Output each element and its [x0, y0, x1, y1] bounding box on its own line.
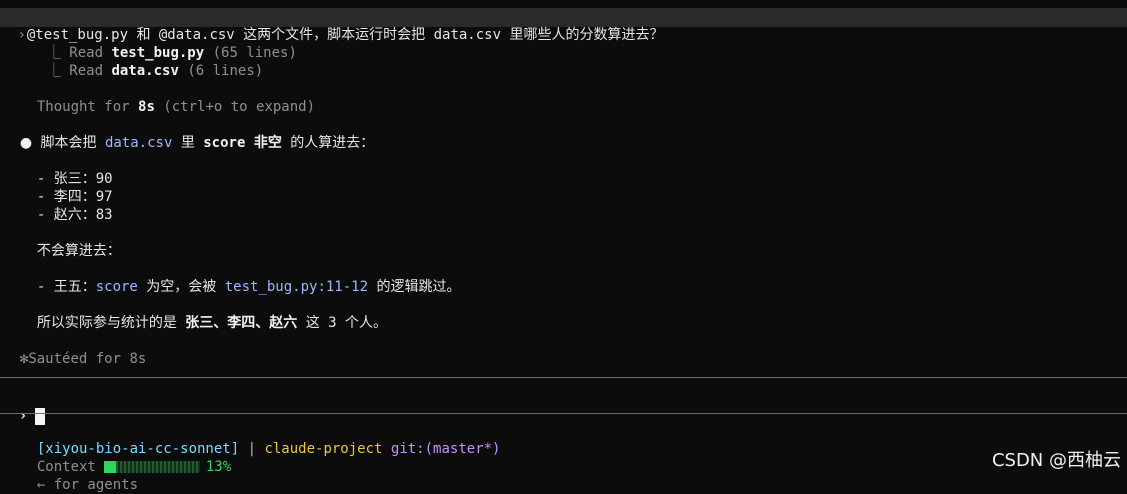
excluded-heading-text: 不会算进去： — [36, 243, 121, 259]
answer-intro-c: 里 — [172, 135, 204, 151]
thought-prefix: Thought for — [36, 99, 139, 115]
read-line-2: ⎿ Read data.csv (6 lines) — [30, 44, 263, 79]
read-meta-2: (6 lines) — [178, 63, 264, 79]
status-text: Sautéed for 8s — [28, 351, 147, 367]
excluded-e: 的逻辑跳过。 — [368, 279, 461, 295]
answer-bullet-icon: ● — [19, 135, 33, 151]
footer-separator: | — [239, 441, 265, 457]
included-score-3: 83 — [95, 207, 113, 223]
tree-branch-icon: ⎿ — [46, 63, 70, 79]
footer-session-line: [xiyou-bio-ai-cc-sonnet] | claude-projec… — [20, 422, 501, 457]
read-line-1: ⎿ Read test_bug.py (65 lines) — [30, 26, 297, 61]
summary-c: 这 — [297, 315, 329, 331]
user-prompt-line: ›@test_bug.py 和 @data.csv 这两个文件，脚本运行时会把 … — [0, 8, 664, 43]
footer-context-line: Context 13% — [20, 440, 231, 475]
answer-intro-f: 的人算进去： — [281, 135, 375, 151]
summary-line: 所以实际参与统计的是 张三、李四、赵六 这 3 个人。 — [20, 296, 387, 331]
git-branch: (master*) — [424, 441, 501, 457]
read-label-2: Read — [69, 63, 112, 79]
prompt-text-part-5: data.csv — [433, 27, 502, 43]
excluded-c: 为空，会被 — [137, 279, 225, 295]
agents-hint: ← for agents — [36, 477, 139, 493]
excluded-heading: 不会算进去： — [20, 224, 121, 259]
excluded-file-ref: test_bug.py:11-12 — [224, 279, 369, 295]
answer-intro-code: data.csv — [104, 135, 173, 151]
answer-intro-line: ● 脚本会把 data.csv 里 score 非空 的人算进去： — [3, 116, 374, 151]
summary-count: 3 — [328, 315, 337, 331]
csdn-watermark: CSDN @西柚云 — [991, 450, 1121, 471]
input-top-divider — [0, 377, 1127, 378]
footer-agents-line[interactable]: ← for agents — [20, 458, 138, 493]
thought-time: 8s — [138, 99, 155, 115]
summary-a: 所以实际参与统计的是 — [36, 315, 186, 331]
excluded-score-code: score — [95, 279, 138, 295]
read-file-2: data.csv — [111, 63, 179, 79]
thought-line[interactable]: Thought for 8s (ctrl+o to expand) — [20, 80, 315, 115]
input-row[interactable]: › — [2, 386, 46, 425]
included-name-3: - 赵六： — [36, 207, 96, 223]
summary-names: 张三、李四、赵六 — [185, 315, 298, 331]
status-line: ✻Sautéed for 8s — [3, 332, 146, 367]
summary-e: 个人。 — [336, 315, 388, 331]
included-item-3: - 赵六：83 — [20, 188, 113, 223]
input-bottom-divider — [0, 413, 1127, 414]
answer-intro-a: 脚本会把 — [40, 135, 105, 151]
answer-intro-score: score — [203, 135, 246, 151]
included-item-2: - 李四：97 — [20, 170, 113, 205]
answer-intro-non-empty: 非空 — [245, 135, 282, 151]
context-percent: 13% — [205, 459, 232, 475]
excluded-a: - 王五： — [36, 279, 96, 295]
git-label: git: — [382, 441, 425, 457]
prompt-chevron-icon: › — [17, 27, 27, 43]
project-name: claude-project — [264, 441, 383, 457]
excluded-item-1: - 王五：score 为空，会被 test_bug.py:11-12 的逻辑跳过… — [20, 260, 461, 295]
thought-suffix: (ctrl+o to expand) — [154, 99, 316, 115]
prompt-text-part-6: 里哪些人的分数算进去？ — [501, 27, 664, 43]
included-item-1: - 张三：90 — [20, 152, 113, 187]
